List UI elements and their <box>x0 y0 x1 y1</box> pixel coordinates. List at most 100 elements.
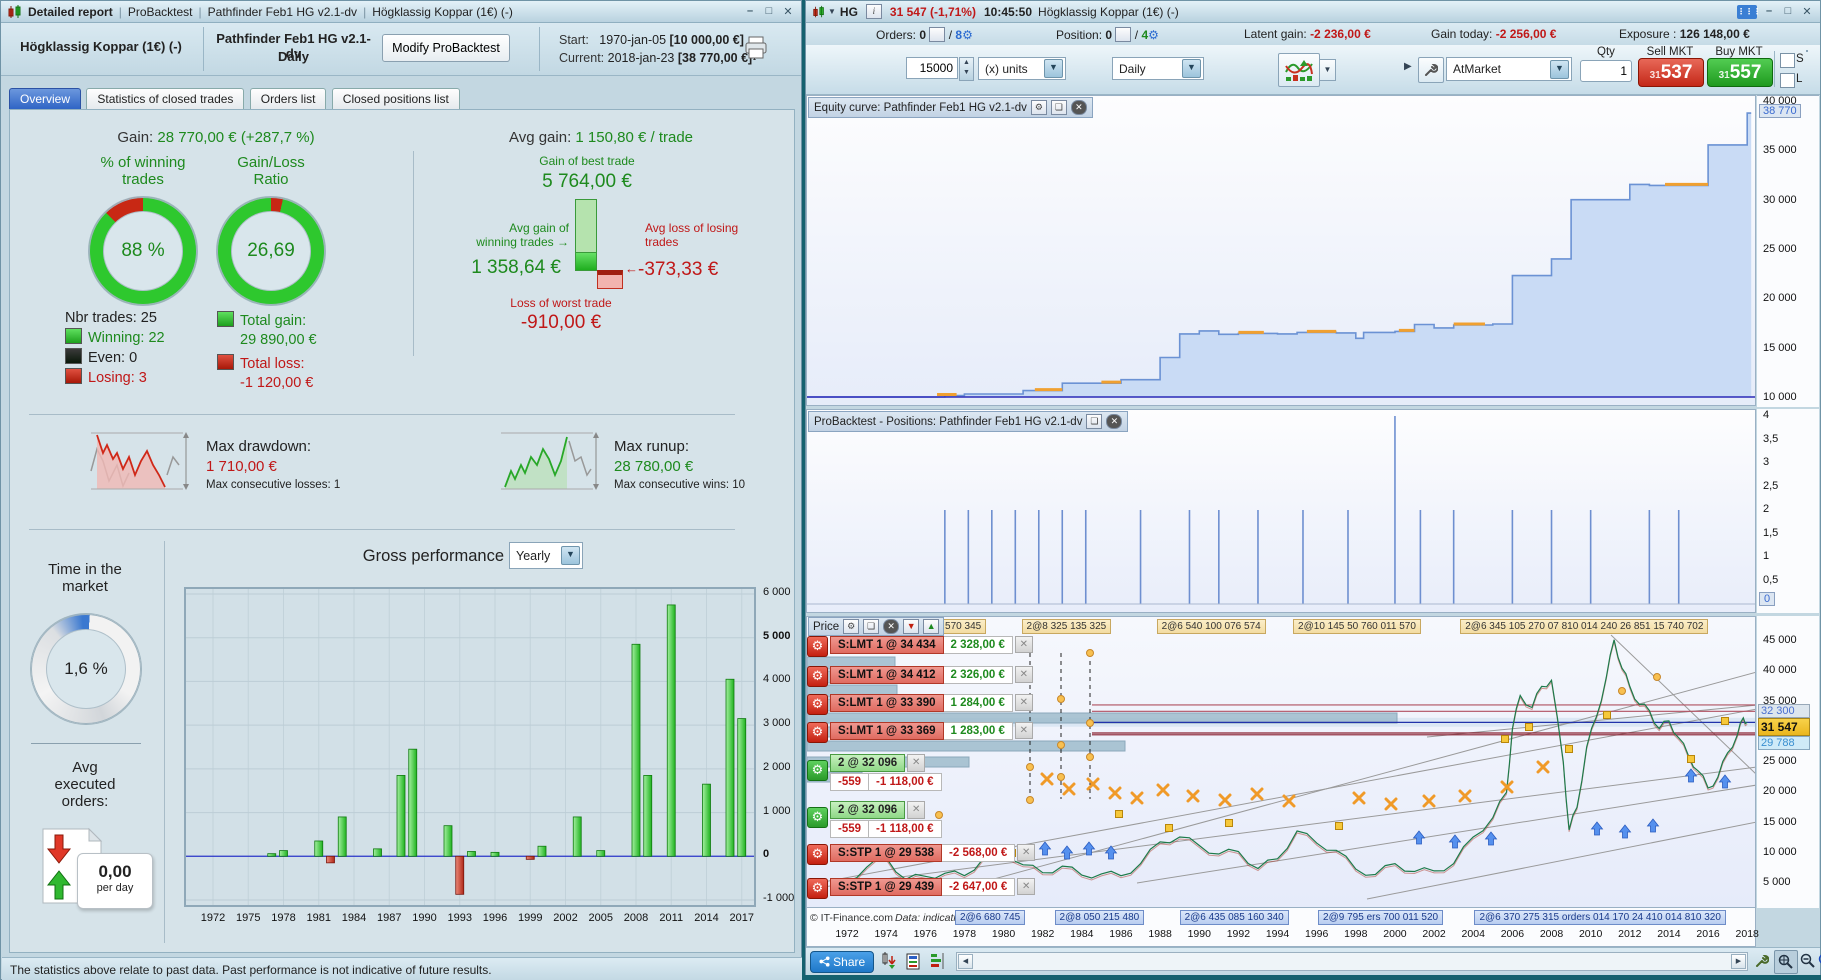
close-icon[interactable]: ✕ <box>1070 100 1087 115</box>
tab-closed-positions[interactable]: Closed positions list <box>331 88 460 110</box>
gear-icon[interactable]: ⚙ <box>807 722 828 743</box>
period-select[interactable]: Yearly ▼ <box>509 542 583 569</box>
tab-overview[interactable]: Overview <box>9 88 82 110</box>
close-icon[interactable]: ✕ <box>1017 844 1036 861</box>
buy-mkt-button[interactable]: 31557 <box>1707 58 1773 87</box>
close-icon[interactable]: ✕ <box>781 5 795 18</box>
price-panel-title[interactable]: Price ⚙ ❏ ✕ ▼ ▲ <box>808 617 945 636</box>
shares-input[interactable] <box>906 57 958 79</box>
chart-style-dropdown[interactable]: ▼ <box>1319 59 1336 81</box>
gear-icon[interactable]: ⚙ <box>807 636 828 657</box>
zoom-select-icon[interactable] <box>1774 950 1798 974</box>
close-icon[interactable]: ✕ <box>1014 694 1033 711</box>
position-label[interactable]: 2 @ 32 096 <box>830 801 906 819</box>
qty-input[interactable] <box>1580 60 1632 82</box>
even-count: Even: 0 <box>88 350 138 366</box>
position-box-icon[interactable] <box>1115 27 1132 42</box>
axis-label: 0 <box>763 848 770 861</box>
panel-collapse-arrow[interactable]: ▶ <box>1404 61 1412 72</box>
gear-icon[interactable]: ⚙ <box>807 666 828 687</box>
orders-box-icon[interactable] <box>929 27 946 42</box>
gear-icon[interactable]: ⚙ <box>807 807 828 828</box>
page-icon[interactable] <box>904 951 922 971</box>
maximize-icon[interactable]: ❏ <box>863 619 880 634</box>
gear-icon[interactable]: ⚙ <box>807 844 828 865</box>
orders-display-icon[interactable] <box>878 951 900 971</box>
order-label[interactable]: S:LMT 1 @ 33 390 <box>830 694 944 712</box>
close-icon[interactable]: ✕ <box>907 754 926 772</box>
order-tag[interactable]: 2@8 325 135 325 <box>1021 619 1112 634</box>
sell-mkt-button[interactable]: 31537 <box>1638 58 1704 87</box>
chevron-down-icon: ▼ <box>1550 59 1569 79</box>
order-type-select[interactable]: AtMarket ▼ <box>1446 57 1572 81</box>
maximize-icon[interactable]: ❏ <box>1050 100 1067 115</box>
gear-icon[interactable]: ⚙ <box>962 28 973 42</box>
worst-trade-label: Loss of worst trade <box>510 296 612 310</box>
share-button[interactable]: Share <box>810 951 874 973</box>
position-label[interactable]: 2 @ 32 096 <box>830 754 906 772</box>
positions-panel-title[interactable]: ProBacktest - Positions: Pathfinder Feb1… <box>808 411 1129 432</box>
info-icon[interactable]: i <box>865 4 882 19</box>
close-icon[interactable]: ✕ <box>1014 666 1033 683</box>
gear-icon[interactable]: ⚙ <box>807 878 828 899</box>
right-titlebar[interactable]: ▼ HG i 31 547 (-1,71%) 10:45:50 Högklass… <box>806 1 1820 23</box>
wrench-icon[interactable]: ⚙ <box>843 619 860 634</box>
order-label[interactable]: S:LMT 1 @ 34 434 <box>830 636 944 654</box>
stop-value-box[interactable] <box>1806 50 1808 52</box>
order-label[interactable]: S:STP 1 @ 29 538 <box>830 844 943 862</box>
buy-arrow-icon[interactable]: ▲ <box>923 619 940 634</box>
order-label[interactable]: S:LMT 1 @ 33 369 <box>830 722 944 740</box>
left-titlebar[interactable]: Detailed report | ProBacktest | Pathfinder… <box>1 1 801 23</box>
order-tag[interactable]: 2@6 435 085 160 340 <box>1179 910 1289 925</box>
close-icon[interactable]: ✕ <box>907 801 926 819</box>
unit-select[interactable]: (x) units ▼ <box>978 57 1066 80</box>
maximize-icon[interactable]: □ <box>762 5 776 18</box>
equity-panel-title[interactable]: Equity curve: Pathfinder Feb1 HG v2.1-dv… <box>808 97 1093 118</box>
scroll-left-icon[interactable]: ◀ <box>958 954 973 969</box>
maximize-icon[interactable]: □ <box>1781 5 1795 19</box>
wrench-icon[interactable] <box>1752 951 1772 971</box>
close-icon[interactable]: ✕ <box>1014 722 1033 739</box>
modify-probacktest-button[interactable]: Modify ProBacktest <box>382 34 510 62</box>
order-tag[interactable]: 2@6 680 745 <box>955 910 1026 925</box>
order-label[interactable]: S:LMT 1 @ 34 412 <box>830 666 944 684</box>
gear-icon[interactable]: ⚙ <box>807 694 828 715</box>
tab-statistics[interactable]: Statistics of closed trades <box>86 88 245 110</box>
maximize-icon[interactable]: ❏ <box>1086 414 1103 429</box>
h-scrollbar[interactable]: ◀ ▶ <box>956 952 1748 971</box>
order-tag[interactable]: 2@6 345 105 270 07 810 014 240 26 851 15… <box>1460 619 1709 634</box>
wrench-icon[interactable]: ⚙ <box>1030 100 1047 115</box>
timeframe-select[interactable]: Daily ▼ <box>1112 57 1204 80</box>
limit-checkbox[interactable] <box>1780 73 1795 88</box>
depth-icon[interactable] <box>928 951 948 971</box>
status-text: The statistics above relate to past data… <box>10 963 492 977</box>
order-settings-button[interactable] <box>1418 57 1444 83</box>
close-icon[interactable]: ✕ <box>1017 878 1036 895</box>
close-icon[interactable]: ✕ <box>1800 5 1814 19</box>
order-tag[interactable]: 2@10 145 50 760 011 570 <box>1293 619 1421 634</box>
order-tag[interactable]: 2@6 540 100 076 574 <box>1156 619 1266 634</box>
close-icon[interactable]: ✕ <box>883 619 900 634</box>
stop-checkbox[interactable] <box>1780 53 1795 68</box>
tab-orders-list[interactable]: Orders list <box>249 88 327 110</box>
order-tag[interactable]: 2@6 370 275 315 orders 014 170 24 410 01… <box>1474 910 1726 925</box>
close-icon[interactable]: ✕ <box>1014 636 1033 653</box>
scroll-right-icon[interactable]: ▶ <box>1731 954 1746 969</box>
gear-icon[interactable]: ⚙ <box>1148 28 1159 42</box>
equity-panel <box>806 95 1756 406</box>
close-icon[interactable]: ✕ <box>1106 414 1123 429</box>
minimize-icon[interactable]: – <box>1762 5 1776 19</box>
chart-style-button[interactable] <box>1278 53 1320 87</box>
keyboard-icon[interactable]: ⋮⋮⋮ <box>1737 4 1761 19</box>
minimize-icon[interactable]: – <box>743 5 757 18</box>
order-tag[interactable]: 2@8 050 215 480 <box>1054 910 1145 925</box>
order-label[interactable]: S:STP 1 @ 29 439 <box>830 878 943 896</box>
gear-icon[interactable]: ⚙ <box>807 760 828 781</box>
sell-arrow-icon[interactable]: ▼ <box>903 619 920 634</box>
shares-stepper[interactable]: ▲ ▼ <box>959 57 974 81</box>
zoom-out-icon[interactable] <box>1798 950 1818 972</box>
chevron-down-icon[interactable]: ▼ <box>828 7 836 16</box>
zoom-in-icon[interactable] <box>1816 950 1821 972</box>
order-tag[interactable]: 2@9 795 ers 700 011 520 <box>1318 910 1444 925</box>
printer-icon[interactable] <box>743 35 769 61</box>
